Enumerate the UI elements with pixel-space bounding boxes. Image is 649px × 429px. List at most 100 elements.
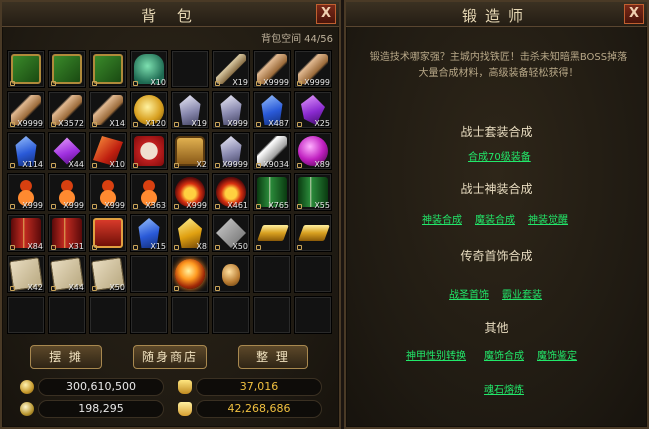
bag-slot[interactable]: X999: [48, 173, 86, 211]
bag-slot[interactable]: X8: [171, 214, 209, 252]
bound-lock-icon: [51, 204, 56, 209]
item-count: X50: [109, 283, 125, 292]
link-war-saint-jewelry[interactable]: 战圣首饰: [449, 286, 489, 301]
item-count: X14: [109, 119, 125, 128]
bag-slot[interactable]: X25: [294, 91, 332, 129]
forge-close-button[interactable]: X: [624, 4, 644, 24]
sort-button[interactable]: 整 理: [238, 345, 308, 369]
bag-title: 背 包: [141, 7, 200, 25]
bag-slot[interactable]: [7, 296, 45, 334]
bag-slot[interactable]: X9999: [294, 50, 332, 88]
bag-slot[interactable]: [89, 296, 127, 334]
bag-slot[interactable]: X487: [253, 91, 291, 129]
bag-slot[interactable]: X9999: [253, 50, 291, 88]
item-count: X42: [27, 283, 43, 292]
bag-slot[interactable]: X19: [212, 50, 250, 88]
fire-orb-icon: [175, 259, 205, 289]
bag-slot[interactable]: X999: [89, 173, 127, 211]
bag-slot[interactable]: X55: [294, 173, 332, 211]
item-count: X9034: [263, 160, 289, 169]
bound-lock-icon: [174, 122, 179, 127]
bag-capacity-label: 背包空间: [261, 34, 302, 45]
bag-slot[interactable]: [253, 214, 291, 252]
bag-slot[interactable]: [130, 296, 168, 334]
bound-lock-icon: [92, 245, 97, 250]
bag-slot[interactable]: X89: [294, 132, 332, 170]
bound-lock-icon: [92, 286, 97, 291]
link-hegemony-set[interactable]: 霸业套装: [502, 286, 542, 301]
bag-slot[interactable]: X999: [171, 173, 209, 211]
item-count: X9999: [263, 78, 289, 87]
item-count: X8: [196, 242, 207, 251]
bag-slot[interactable]: X9999: [7, 91, 45, 129]
bag-slot[interactable]: X15: [130, 214, 168, 252]
gold-coin-icon: [20, 380, 34, 394]
bag-slot[interactable]: X461: [212, 173, 250, 211]
bag-slot[interactable]: [253, 255, 291, 293]
link-demon-jewelry-appraise[interactable]: 魔饰鉴定: [537, 347, 577, 362]
link-soulstone-smelt[interactable]: 魂石熔炼: [484, 381, 524, 396]
link-god-awaken[interactable]: 神装觉醒: [528, 211, 568, 226]
forge-title: 锻造师: [461, 7, 531, 25]
bag-slot[interactable]: [294, 296, 332, 334]
bag-slot[interactable]: [212, 255, 250, 293]
bag-slot[interactable]: X44: [48, 255, 86, 293]
bag-slot[interactable]: X9034: [253, 132, 291, 170]
bag-slot[interactable]: [130, 255, 168, 293]
bag-slot[interactable]: X14: [89, 91, 127, 129]
portable-shop-button[interactable]: 随身商店: [133, 345, 207, 369]
bag-slot[interactable]: [171, 255, 209, 293]
bag-slot[interactable]: X10: [89, 132, 127, 170]
stall-button[interactable]: 摆 摊: [30, 345, 102, 369]
link-armor-gender-swap[interactable]: 神甲性别转换: [406, 347, 466, 362]
bag-slot[interactable]: X999: [7, 173, 45, 211]
bag-slot[interactable]: X31: [48, 214, 86, 252]
bag-slot[interactable]: [89, 50, 127, 88]
bag-slot[interactable]: [294, 214, 332, 252]
bag-slot[interactable]: X50: [89, 255, 127, 293]
bound-ingot-icon: [178, 402, 192, 416]
bound-lock-icon: [133, 204, 138, 209]
link-craft-lv70[interactable]: 合成70级装备: [468, 148, 531, 163]
bag-slot[interactable]: X9999: [212, 132, 250, 170]
bound-lock-icon: [10, 81, 15, 86]
item-count: X55: [314, 201, 330, 210]
bag-slot[interactable]: X2: [171, 132, 209, 170]
bag-panel: 背 包 X 背包空间 44/56 X10 X19 X9999 X9999 X9999 X35…: [0, 0, 341, 429]
bag-slot[interactable]: X363: [130, 173, 168, 211]
bag-slot[interactable]: [171, 296, 209, 334]
bag-slot[interactable]: X765: [253, 173, 291, 211]
bag-slot[interactable]: X10: [130, 50, 168, 88]
forge-panel: 锻造师 X 锻造技术哪家强？主城内找铁匠！击杀未知暗黑BOSS掉落大量合成材料，…: [344, 0, 649, 429]
bag-slot[interactable]: X84: [7, 214, 45, 252]
bag-slot[interactable]: [294, 255, 332, 293]
item-count: X461: [227, 201, 248, 210]
bag-slot[interactable]: [171, 50, 209, 88]
item-count: X89: [314, 160, 330, 169]
link-demon-craft[interactable]: 魔装合成: [475, 211, 515, 226]
bound-lock-icon: [174, 163, 179, 168]
bag-slot[interactable]: [130, 132, 168, 170]
bound-lock-icon: [10, 204, 15, 209]
bag-close-button[interactable]: X: [316, 4, 336, 24]
gold-ingot-icon: [178, 380, 192, 394]
bag-slot[interactable]: [48, 296, 86, 334]
bag-slot[interactable]: X120: [130, 91, 168, 129]
bag-slot[interactable]: X999: [212, 91, 250, 129]
link-demon-jewelry-craft[interactable]: 魔饰合成: [484, 347, 524, 362]
bag-slot[interactable]: X114: [7, 132, 45, 170]
bag-slot[interactable]: [253, 296, 291, 334]
bag-slot[interactable]: [89, 214, 127, 252]
bag-slot[interactable]: X50: [212, 214, 250, 252]
bag-slot[interactable]: X42: [7, 255, 45, 293]
bag-slot[interactable]: X19: [171, 91, 209, 129]
bag-slot[interactable]: X44: [48, 132, 86, 170]
bag-slot[interactable]: [212, 296, 250, 334]
link-god-craft[interactable]: 神装合成: [422, 211, 462, 226]
bag-slot[interactable]: [7, 50, 45, 88]
bag-slot[interactable]: X3572: [48, 91, 86, 129]
item-count: X44: [68, 283, 84, 292]
item-count: X999: [186, 201, 207, 210]
bound-lock-icon: [297, 122, 302, 127]
bag-slot[interactable]: [48, 50, 86, 88]
